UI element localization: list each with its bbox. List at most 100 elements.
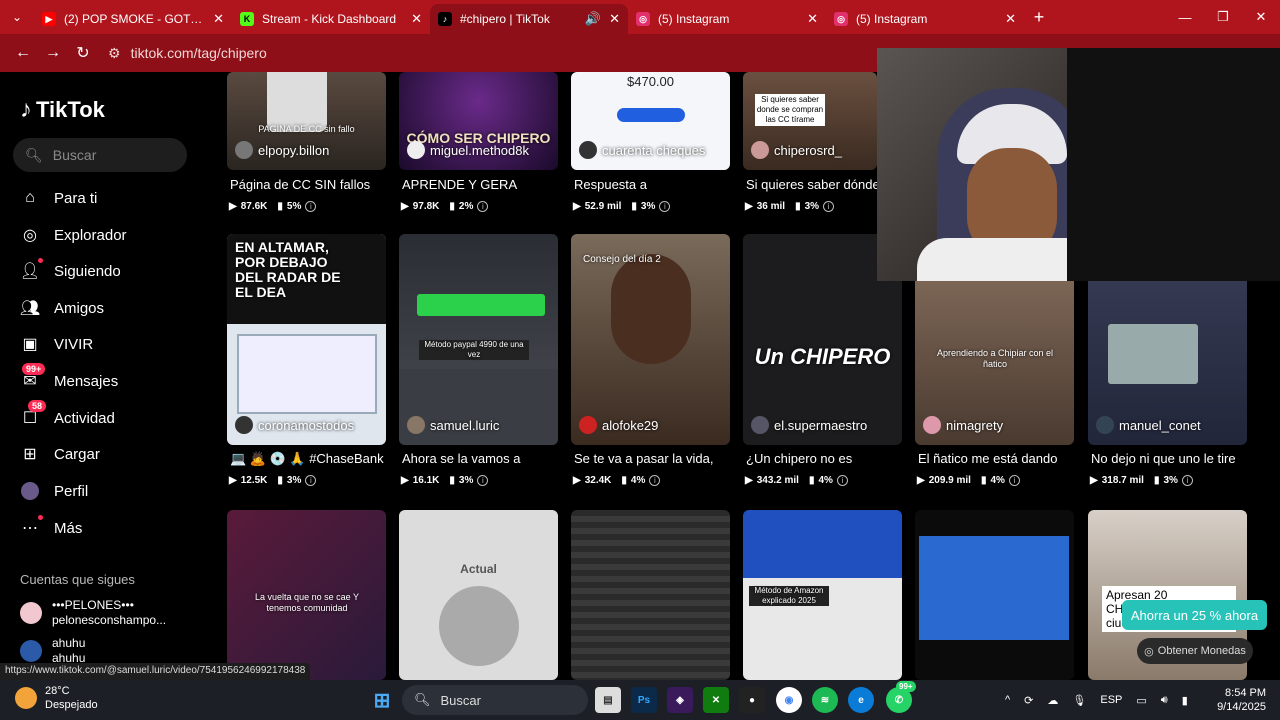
edge-icon[interactable]: e	[848, 687, 874, 713]
video-description[interactable]: No dejo ni que uno le tire	[1091, 451, 1236, 466]
close-icon[interactable]: ✕	[411, 11, 422, 27]
video-description[interactable]: 💻 🙇 💿 🙏 #ChaseBank	[230, 451, 384, 467]
following-account[interactable]: ahuhu ahuhu	[20, 636, 85, 666]
video-description[interactable]: Si quieres saber dónde	[746, 177, 880, 192]
info-icon[interactable]: i	[305, 201, 317, 212]
whatsapp-icon[interactable]: ✆ 99+	[886, 681, 916, 713]
video-author[interactable]: samuel.luric	[407, 416, 499, 434]
video-author[interactable]: manuel_conet	[1096, 416, 1201, 434]
forward-button[interactable]: →	[38, 38, 68, 68]
tab-youtube[interactable]: ▶ (2) POP SMOKE - GOT IT ON ME ✕	[34, 4, 232, 34]
nav-vivir[interactable]: ▣ VIVIR	[20, 334, 93, 354]
back-button[interactable]: ←	[8, 38, 38, 68]
video-description[interactable]: Ahora se la vamos a	[402, 451, 521, 466]
video-description[interactable]: ¿Un chipero no es	[746, 451, 852, 466]
video-thumbnail[interactable]	[915, 510, 1074, 680]
close-icon[interactable]: ✕	[807, 11, 818, 27]
video-thumbnail[interactable]: Actual	[399, 510, 558, 680]
monitor-icon[interactable]: ▭	[1136, 694, 1146, 707]
info-icon[interactable]: i	[1181, 475, 1193, 486]
nav-actividad[interactable]: ☐ 58 Actividad	[20, 400, 115, 428]
clock[interactable]: 8:54 PM 9/14/2025	[1216, 686, 1266, 714]
close-icon[interactable]: ✕	[213, 11, 224, 27]
address-bar[interactable]: ⚙ tiktok.com/tag/chipero	[108, 45, 267, 62]
engagement-pct: 3%	[804, 201, 820, 212]
nav-cargar[interactable]: ⊞ Cargar	[20, 444, 100, 464]
close-window-button[interactable]: ✕	[1242, 0, 1280, 34]
language-indicator[interactable]: ESP	[1100, 694, 1122, 706]
volume-icon[interactable]: 🔊︎	[1161, 694, 1168, 707]
video-description[interactable]: APRENDE Y GERA	[402, 177, 517, 192]
chrome-icon[interactable]: ◉	[776, 687, 802, 713]
tab-search-button[interactable]: ⌄	[0, 0, 34, 34]
info-icon[interactable]: i	[1008, 475, 1020, 486]
speaker-icon[interactable]: 🔊	[585, 11, 601, 27]
video-author[interactable]: el.supermaestro	[751, 416, 867, 434]
video-thumbnail[interactable]: Método de Amazon explicado 2025	[743, 510, 902, 680]
video-thumbnail[interactable]: La vuelta que no se cae Y tenemos comuni…	[227, 510, 386, 680]
maximize-button[interactable]: ❐	[1204, 0, 1242, 34]
video-description[interactable]: Respuesta a	[574, 177, 647, 192]
taskbar-search[interactable]: 🔍︎ Buscar	[402, 685, 588, 715]
nav-mensajes[interactable]: ✉ 99+ Mensajes	[20, 363, 118, 391]
tab-instagram-2[interactable]: ◎ (5) Instagram ✕	[826, 4, 1024, 34]
tab-kick[interactable]: K Stream - Kick Dashboard ✕	[232, 4, 430, 34]
following-account[interactable]: •••PELONES••• pelonesconshampo...	[20, 598, 166, 628]
nav-mas[interactable]: ⋯ Más	[20, 515, 82, 538]
video-thumbnail[interactable]: Consejo del día 2	[571, 234, 730, 445]
author-name: nimagrety	[946, 417, 1004, 433]
minimize-button[interactable]: —	[1166, 0, 1204, 34]
engagement-pct: 3%	[1163, 475, 1178, 486]
spotify-icon[interactable]: ≋	[812, 687, 838, 713]
info-icon[interactable]: i	[836, 475, 848, 486]
tab-instagram-1[interactable]: ◎ (5) Instagram ✕	[628, 4, 826, 34]
reload-button[interactable]: ↻	[68, 38, 98, 68]
tiktok-logo[interactable]: ♪ TikTok	[20, 96, 105, 124]
video-thumbnail[interactable]: Método paypal 4990 de una vez	[399, 234, 558, 445]
video-description[interactable]: Página de CC SIN fallos	[230, 177, 370, 192]
new-tab-button[interactable]: +	[1024, 7, 1054, 28]
nav-amigos[interactable]: 👥︎ Amigos	[20, 298, 104, 318]
obs-icon[interactable]: ●	[739, 687, 765, 713]
mic-icon[interactable]: 🎙︎	[1072, 694, 1086, 707]
video-author[interactable]: elpopy.billon	[235, 141, 329, 159]
battery-icon[interactable]: ▮	[1182, 694, 1188, 707]
video-author[interactable]: nimagrety	[923, 416, 1003, 434]
promo-banner[interactable]: Ahorra un 25 % ahora	[1122, 600, 1267, 630]
video-description[interactable]: Se te va a pasar la vida,	[574, 451, 713, 466]
video-thumbnail[interactable]	[571, 510, 730, 680]
video-author[interactable]: alofoke29	[579, 416, 658, 434]
site-info-icon[interactable]: ⚙	[108, 45, 121, 62]
cloud-icon[interactable]: ☁	[1047, 694, 1058, 707]
close-icon[interactable]: ✕	[1005, 11, 1016, 27]
info-icon[interactable]: i	[659, 201, 671, 212]
video-description[interactable]: El ñatico me está dando	[918, 451, 1057, 466]
video-author[interactable]: miguel.method8k	[407, 141, 529, 159]
nav-siguiendo[interactable]: 👤︎ Siguiendo	[20, 258, 121, 281]
close-icon[interactable]: ✕	[609, 11, 620, 27]
video-author[interactable]: coronamostodos	[235, 416, 354, 434]
file-explorer-icon[interactable]: ▤	[595, 687, 621, 713]
chevron-up-icon[interactable]: ^	[1005, 694, 1010, 706]
nav-perfil[interactable]: Perfil	[20, 481, 88, 501]
video-thumbnail[interactable]: EN ALTAMAR, POR DEBAJO DEL RADAR DE EL D…	[227, 234, 386, 445]
xbox-icon[interactable]: ✕	[703, 687, 729, 713]
nav-para-ti[interactable]: ⌂ Para ti	[20, 188, 97, 208]
nav-explorador[interactable]: ◎ Explorador	[20, 225, 127, 245]
info-icon[interactable]: i	[649, 475, 661, 486]
app-icon[interactable]: ◈	[667, 687, 693, 713]
tab-tiktok[interactable]: ♪ #chipero | TikTok 🔊 ✕	[430, 4, 628, 34]
search-input[interactable]: 🔍︎ Buscar	[13, 138, 187, 172]
info-icon[interactable]: i	[823, 201, 835, 212]
info-icon[interactable]: i	[477, 475, 489, 486]
weather-widget[interactable]: 28°C Despejado	[15, 684, 98, 712]
info-icon[interactable]: i	[305, 475, 317, 486]
following-icon: 👤︎	[20, 258, 43, 281]
video-author[interactable]: cuarenta cheques	[579, 141, 705, 159]
photoshop-icon[interactable]: Ps	[631, 687, 657, 713]
get-coins-button[interactable]: ◎ Obtener Monedas	[1137, 638, 1253, 664]
start-button[interactable]: ⊞	[369, 687, 395, 713]
sync-icon[interactable]: ⟳	[1024, 694, 1033, 707]
info-icon[interactable]: i	[477, 201, 489, 212]
video-author[interactable]: chiperosrd_	[751, 141, 842, 159]
